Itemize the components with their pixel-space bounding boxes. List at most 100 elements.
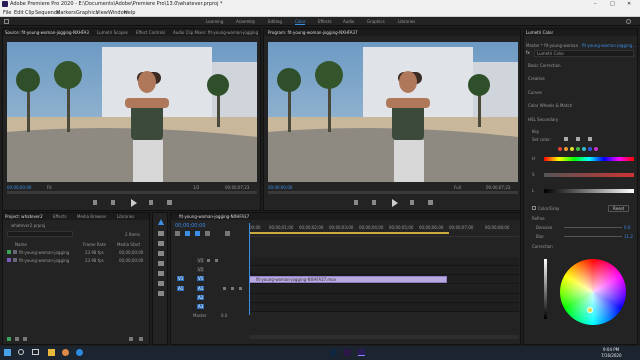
work-area-bar[interactable] — [249, 232, 449, 234]
program-fit-select[interactable]: Full — [454, 185, 461, 190]
source-scrubber[interactable] — [7, 191, 257, 194]
source-timecode[interactable]: 00;00;00;00 — [7, 185, 31, 190]
clip-selector[interactable]: fit-young-woman-jogging... — [582, 43, 636, 48]
tab-lumetri-scopes[interactable]: Lumetri Scopes — [97, 30, 128, 35]
table-row[interactable]: fit-young-woman-jogging 23.98 fps 00;00;… — [5, 249, 149, 256]
tab-effect-controls[interactable]: Effect Controls — [136, 30, 165, 35]
swatch-blue[interactable] — [588, 147, 592, 151]
color-wheel-puck[interactable] — [587, 307, 593, 313]
insert-icon[interactable] — [167, 200, 172, 205]
track-v2-label[interactable]: V2 — [197, 267, 205, 272]
minimize-button[interactable]: – — [594, 1, 597, 7]
step-back-icon[interactable] — [372, 200, 376, 205]
close-button[interactable]: ✕ — [627, 1, 631, 7]
linked-selection-icon[interactable] — [195, 231, 200, 236]
track-a1-lane[interactable] — [249, 285, 519, 294]
project-search-input[interactable] — [7, 231, 73, 237]
workspace-editing[interactable]: Editing — [268, 19, 282, 24]
play-icon[interactable] — [131, 199, 137, 207]
menu-graphics[interactable]: Graphics — [76, 10, 98, 16]
source-a1-label[interactable]: A1 — [177, 286, 185, 291]
menu-file[interactable]: File — [3, 10, 11, 16]
track-v3-label[interactable]: V3 — [197, 258, 205, 263]
microphone-icon[interactable] — [239, 287, 242, 290]
tab-libraries[interactable]: Libraries — [117, 214, 134, 219]
pen-tool-icon[interactable] — [158, 271, 164, 276]
source-fit-select[interactable]: Fit — [47, 185, 52, 190]
solo-icon[interactable] — [231, 287, 234, 290]
eyedropper-add-icon[interactable] — [576, 137, 580, 141]
type-tool-icon[interactable] — [158, 291, 164, 296]
hue-range-slider[interactable] — [544, 157, 634, 161]
step-forward-icon[interactable] — [149, 200, 153, 205]
track-a2-label[interactable]: A2 — [197, 295, 205, 300]
workspace-audio[interactable]: Audio — [343, 19, 354, 24]
step-back-icon[interactable] — [111, 200, 115, 205]
header-frame-rate[interactable]: Frame Rate — [83, 242, 106, 247]
new-item-icon[interactable] — [129, 337, 133, 341]
swatch-cyan[interactable] — [582, 147, 586, 151]
tab-project[interactable]: Project: whatever2 — [5, 214, 43, 219]
lock-icon[interactable] — [7, 337, 11, 341]
effect-selector[interactable]: Lumetri Color — [534, 50, 634, 57]
color-gray-select[interactable]: Color/Gray — [538, 206, 559, 211]
snap-icon[interactable] — [185, 231, 190, 236]
section-curves[interactable]: Curves — [528, 90, 542, 95]
clock-date[interactable]: 7/16/2020 — [601, 353, 622, 358]
color-wheel[interactable] — [560, 259, 626, 325]
tab-media-browser[interactable]: Media Browser — [77, 214, 107, 219]
program-timecode[interactable]: 00;00;00;00 — [268, 185, 292, 190]
premiere-taskbar-icon[interactable] — [358, 349, 365, 356]
mark-in-icon[interactable] — [93, 200, 97, 205]
track-v1-lane[interactable]: fit-young-woman-jogging-NXHFA37.mov — [249, 275, 519, 284]
wrench-icon[interactable] — [225, 231, 230, 236]
timeline-scrollbar[interactable] — [249, 335, 519, 339]
maximize-button[interactable]: □ — [610, 1, 615, 7]
search-taskbar-icon[interactable] — [18, 349, 24, 355]
timeline-timecode[interactable]: 00;00;00;00 — [175, 223, 206, 229]
header-media-start[interactable]: Media Start — [117, 242, 140, 247]
explorer-icon[interactable] — [48, 349, 55, 356]
eye-icon[interactable] — [215, 259, 218, 262]
nest-icon[interactable] — [175, 231, 180, 236]
denoise-slider[interactable] — [564, 227, 622, 228]
menu-help[interactable]: Help — [124, 10, 135, 16]
lock-icon[interactable] — [207, 259, 210, 262]
eyedropper-icon[interactable] — [564, 137, 568, 141]
video-clip[interactable]: fit-young-woman-jogging-NXHFA37.mov — [249, 276, 447, 283]
workspace-assembly[interactable]: Assembly — [236, 19, 255, 24]
workspace-libraries[interactable]: Libraries — [398, 19, 415, 24]
workspace-learning[interactable]: Learning — [206, 19, 223, 24]
source-v1-label[interactable]: V1 — [177, 276, 185, 281]
home-icon[interactable] — [4, 19, 9, 24]
swatch-yellow[interactable] — [570, 147, 574, 151]
luminance-range-slider[interactable] — [544, 189, 634, 193]
section-hsl-secondary[interactable]: HSL Secondary — [528, 117, 558, 122]
tab-sequence[interactable]: fit-young-woman-jogging-NXHFA37 — [179, 214, 249, 219]
export-frame-icon[interactable] — [428, 200, 433, 205]
swatch-magenta[interactable] — [594, 147, 598, 151]
master-clip-selector[interactable]: Master * fit-young-woman... — [526, 43, 578, 48]
menu-view[interactable]: View — [96, 10, 108, 16]
correction-section[interactable]: Correction — [532, 244, 553, 249]
blur-slider[interactable] — [564, 236, 622, 237]
ripple-edit-tool-icon[interactable] — [158, 241, 164, 246]
master-volume[interactable]: 0.0 — [221, 313, 227, 318]
hand-tool-icon[interactable] — [158, 281, 164, 286]
list-view-icon[interactable] — [15, 337, 19, 341]
section-color-wheels[interactable]: Color Wheels & Match — [528, 103, 572, 108]
track-v2-lane[interactable] — [249, 266, 519, 275]
photoshop-icon[interactable] — [330, 349, 337, 356]
track-a1-label[interactable]: A1 — [197, 286, 205, 291]
play-icon[interactable] — [392, 199, 398, 207]
workspace-effects[interactable]: Effects — [318, 19, 332, 24]
edge-icon[interactable] — [76, 349, 83, 356]
tab-effects[interactable]: Effects — [53, 214, 67, 219]
section-creative[interactable]: Creative — [528, 76, 545, 81]
program-scrubber[interactable] — [268, 191, 518, 194]
step-forward-icon[interactable] — [410, 200, 414, 205]
section-basic-correction[interactable]: Basic Correction — [528, 63, 561, 68]
color-gray-checkbox[interactable] — [532, 206, 536, 210]
track-a3-label[interactable]: A3 — [197, 304, 205, 309]
track-select-tool-icon[interactable] — [158, 231, 164, 236]
